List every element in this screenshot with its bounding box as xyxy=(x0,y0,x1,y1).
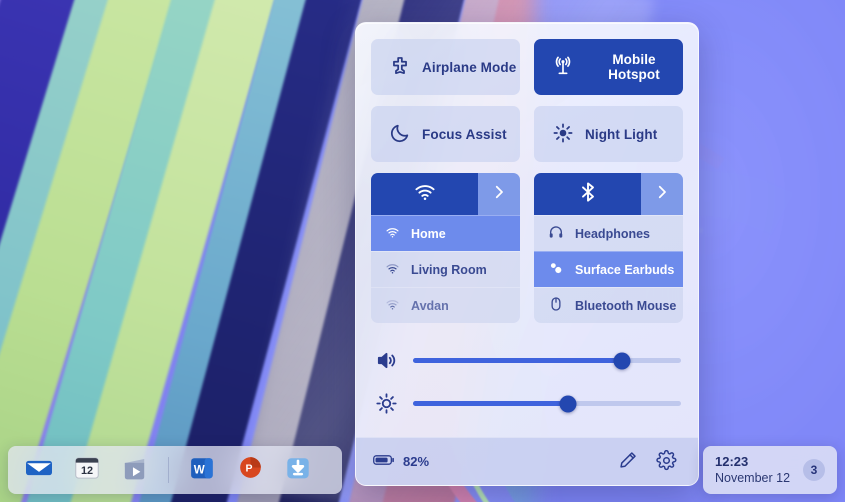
settings-button[interactable] xyxy=(651,447,681,477)
wifi-network-label: Avdan xyxy=(411,298,449,313)
wifi-network-label: Home xyxy=(411,226,446,241)
quick-settings-panel: Airplane Mode Mobile Hotspot Focus Assis… xyxy=(355,22,699,486)
taskbar-item-mail[interactable] xyxy=(22,453,56,487)
taskbar-clock[interactable]: 12:23 November 12 3 xyxy=(703,446,837,494)
earbuds-icon xyxy=(548,260,564,279)
wifi-signal-icon xyxy=(385,261,400,279)
quick-settings-body: Airplane Mode Mobile Hotspot Focus Assis… xyxy=(356,23,698,437)
bluetooth-device-label: Surface Earbuds xyxy=(575,262,675,277)
gear-icon xyxy=(655,449,677,474)
battery-percent-label: 82% xyxy=(403,454,430,469)
download-icon xyxy=(283,453,313,488)
toggle-airplane-mode[interactable]: Airplane Mode xyxy=(371,39,520,95)
brightness-slider-thumb[interactable] xyxy=(559,395,577,412)
volume-slider[interactable] xyxy=(413,352,681,369)
bluetooth-device-headphones[interactable]: Headphones xyxy=(534,215,683,251)
hotspot-icon xyxy=(552,55,574,80)
mouse-icon xyxy=(548,296,564,315)
quick-settings-footer: 82% xyxy=(356,437,698,485)
bluetooth-section: Headphones Surface Earbuds Bluetooth Mou… xyxy=(534,173,683,323)
clock-date: November 12 xyxy=(715,471,791,486)
wifi-expand-button[interactable] xyxy=(478,173,520,215)
toggle-label: Mobile Hotspot xyxy=(608,52,660,82)
brightness-slider-row xyxy=(371,392,683,415)
wifi-network-living-room[interactable]: Living Room xyxy=(371,251,520,287)
bluetooth-expand-button[interactable] xyxy=(641,173,683,215)
bluetooth-device-label: Bluetooth Mouse xyxy=(575,298,677,313)
headphones-icon xyxy=(548,224,564,243)
taskbar-item-calendar[interactable]: 12 xyxy=(70,453,104,487)
chevron-right-icon xyxy=(490,183,508,206)
toggle-label: Night Light xyxy=(585,126,658,142)
pencil-icon xyxy=(618,450,638,473)
battery-status: 82% xyxy=(373,453,429,470)
wifi-network-label: Living Room xyxy=(411,262,487,277)
word-icon: W xyxy=(187,453,217,488)
bluetooth-device-label: Headphones xyxy=(575,226,651,241)
bluetooth-toggle-button[interactable] xyxy=(534,173,641,215)
night-light-icon xyxy=(552,122,574,147)
bluetooth-device-bluetooth-mouse[interactable]: Bluetooth Mouse xyxy=(534,287,683,323)
clock-time: 12:23 xyxy=(715,453,749,469)
quick-toggle-grid: Airplane Mode Mobile Hotspot Focus Assis… xyxy=(371,39,683,162)
taskbar-item-powerpoint[interactable]: P xyxy=(233,453,267,487)
wifi-icon xyxy=(413,180,437,209)
volume-slider-fill xyxy=(413,358,623,363)
taskbar-item-media-player[interactable] xyxy=(118,453,152,487)
toggle-label: Focus Assist xyxy=(422,126,507,142)
volume-slider-thumb[interactable] xyxy=(613,352,631,369)
bluetooth-icon xyxy=(576,180,600,209)
toggle-night-light[interactable]: Night Light xyxy=(534,106,683,162)
toggle-focus-assist[interactable]: Focus Assist xyxy=(371,106,520,162)
clock-text: 12:23 November 12 xyxy=(715,454,803,487)
brightness-slider-fill xyxy=(413,401,569,406)
notification-badge[interactable]: 3 xyxy=(803,459,825,481)
wifi-signal-icon xyxy=(385,297,400,315)
connectivity-row: Home Living Room Avdan Headphones Surfac… xyxy=(371,173,683,323)
wifi-section: Home Living Room Avdan xyxy=(371,173,520,323)
bluetooth-header xyxy=(534,173,683,215)
brightness-icon xyxy=(373,392,399,415)
taskbar-item-word[interactable]: W xyxy=(185,453,219,487)
speaker-icon xyxy=(373,349,399,372)
calendar-icon: 12 xyxy=(72,453,102,488)
battery-icon xyxy=(373,453,395,470)
chevron-right-icon xyxy=(653,183,671,206)
wifi-header xyxy=(371,173,520,215)
wifi-signal-icon xyxy=(385,225,400,243)
mail-icon xyxy=(23,452,55,489)
svg-text:P: P xyxy=(245,462,252,474)
edit-quick-settings-button[interactable] xyxy=(613,447,643,477)
wifi-network-avdan[interactable]: Avdan xyxy=(371,287,520,323)
bluetooth-device-surface-earbuds[interactable]: Surface Earbuds xyxy=(534,251,683,287)
volume-slider-row xyxy=(371,349,683,372)
powerpoint-icon: P xyxy=(236,453,265,487)
brightness-slider[interactable] xyxy=(413,395,681,412)
svg-text:W: W xyxy=(194,463,205,476)
wifi-toggle-button[interactable] xyxy=(371,173,478,215)
taskbar: 12 W P xyxy=(8,446,342,494)
taskbar-separator xyxy=(168,457,169,483)
toggle-label: Airplane Mode xyxy=(422,59,517,75)
svg-text:12: 12 xyxy=(81,465,93,477)
airplane-icon xyxy=(389,55,411,80)
moon-icon xyxy=(389,122,411,147)
media-player-icon xyxy=(120,452,151,488)
wifi-network-home[interactable]: Home xyxy=(371,215,520,251)
toggle-mobile-hotspot[interactable]: Mobile Hotspot xyxy=(534,39,683,95)
taskbar-item-downloads[interactable] xyxy=(281,453,315,487)
